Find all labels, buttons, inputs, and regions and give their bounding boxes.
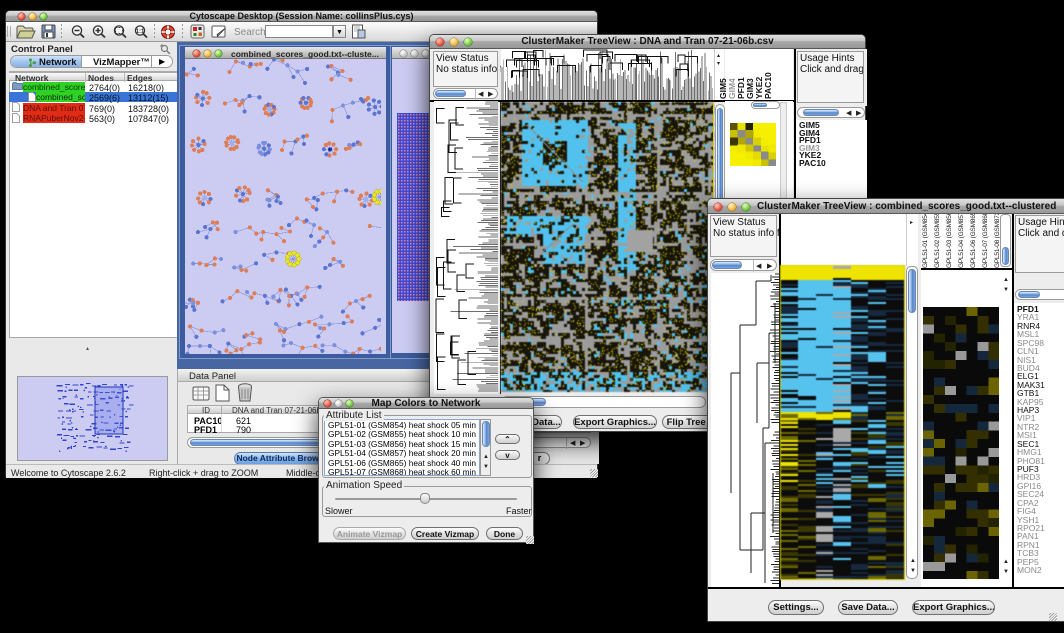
svg-text:1:1: 1:1 — [136, 29, 145, 35]
